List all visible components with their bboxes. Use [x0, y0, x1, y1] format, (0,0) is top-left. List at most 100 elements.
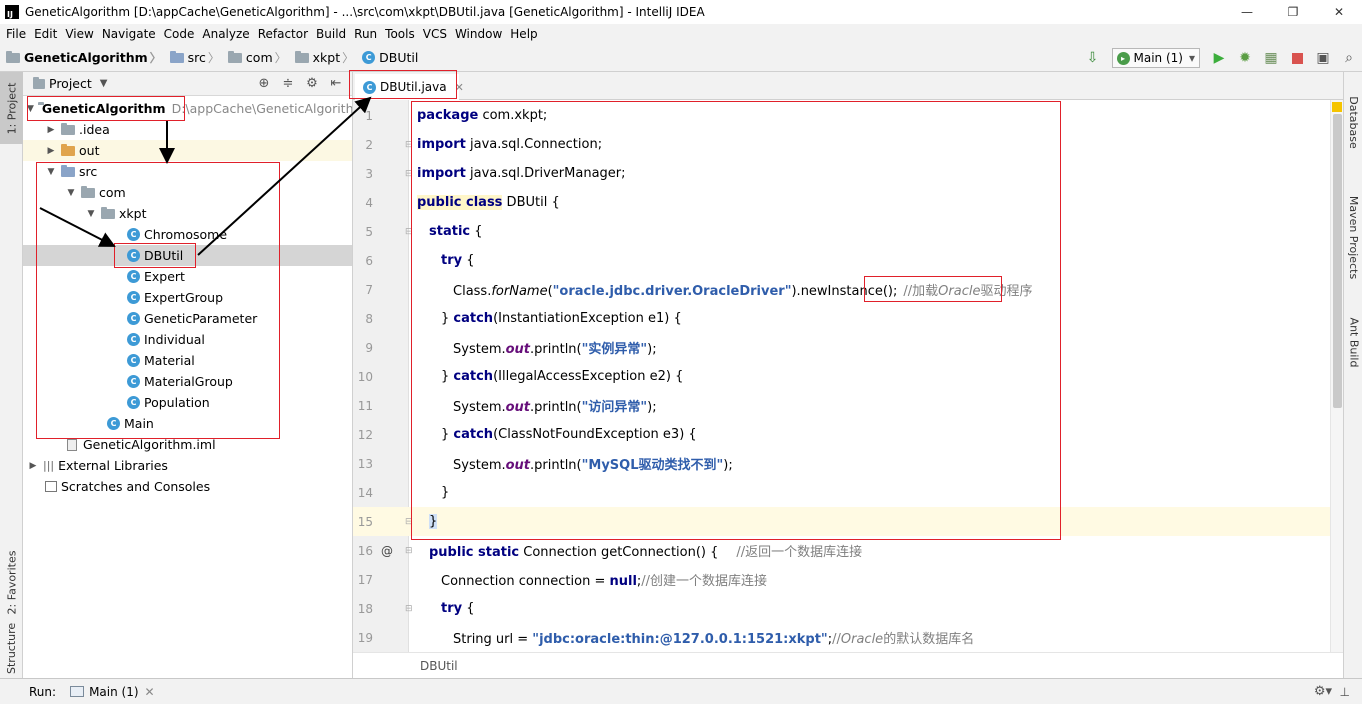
maximize-button[interactable]: ❐ [1270, 0, 1316, 24]
code-text: .println( [530, 400, 582, 415]
menu-help[interactable]: Help [506, 27, 541, 41]
code-editor[interactable]: 1 package com.xkpt; 2 ⊟ import java.sql.… [353, 100, 1343, 652]
inspection-status-icon[interactable] [1332, 102, 1342, 112]
collapse-all-icon[interactable]: ≑ [276, 76, 300, 91]
search-everywhere-icon[interactable]: ⌕ [1338, 47, 1360, 69]
tree-item-out[interactable]: ▶ out [23, 140, 352, 161]
folder-icon [61, 122, 75, 135]
tree-item-materialgroup[interactable]: C MaterialGroup [23, 371, 352, 392]
tree-item-com[interactable]: ▼ com [23, 182, 352, 203]
code-line: 16 @ ⊟ public static Connection getConne… [353, 536, 1343, 565]
menu-file[interactable]: File [2, 27, 30, 41]
menu-edit[interactable]: Edit [30, 27, 61, 41]
project-view-title[interactable]: Project [49, 76, 92, 91]
chevron-down-icon[interactable]: ▼ [65, 188, 77, 198]
run-configuration-select[interactable]: ▸ Main (1) ▾ [1111, 48, 1200, 68]
menu-tools[interactable]: Tools [381, 27, 419, 41]
editor-tab-dbutil[interactable]: C DBUtil.java ✕ [355, 74, 464, 100]
tree-item-src[interactable]: ▼ src [23, 161, 352, 182]
fold-icon[interactable]: ⊟ [405, 546, 413, 556]
close-tab-icon[interactable]: ✕ [455, 81, 464, 94]
breadcrumb-project[interactable]: GeneticAlgorithm 〉 [0, 49, 164, 66]
menu-code[interactable]: Code [160, 27, 199, 41]
footer-breadcrumb-label[interactable]: DBUtil [420, 659, 458, 673]
tab-favorites[interactable]: 2: Favorites [0, 542, 23, 622]
menu-navigate[interactable]: Navigate [98, 27, 160, 41]
tree-item-project-root[interactable]: ▼ GeneticAlgorithm D:\appCache\GeneticAl… [23, 98, 352, 119]
tree-item-expert[interactable]: C Expert [23, 266, 352, 287]
debug-icon[interactable]: ✹ [1234, 47, 1256, 69]
gear-icon[interactable]: ⚙▾ [1314, 684, 1332, 699]
code-text: Class. [453, 284, 492, 299]
tree-item-chromosome[interactable]: C Chromosome [23, 224, 352, 245]
chevron-down-icon[interactable]: ▼ [100, 78, 108, 89]
chevron-down-icon[interactable]: ▼ [27, 104, 34, 114]
menu-window[interactable]: Window [451, 27, 506, 41]
breadcrumb-src[interactable]: src 〉 [164, 49, 222, 66]
tree-item-main[interactable]: C Main [23, 413, 352, 434]
tab-structure[interactable]: 7: Structure [0, 622, 23, 687]
breadcrumb-label: xkpt [312, 50, 341, 65]
tree-item-material[interactable]: C Material [23, 350, 352, 371]
run-icon[interactable]: ▶ [1208, 47, 1230, 69]
menu-refactor[interactable]: Refactor [254, 27, 312, 41]
code-text: Connection connection = [441, 574, 610, 589]
menu-analyze[interactable]: Analyze [198, 27, 253, 41]
tab-maven-projects[interactable]: Maven Projects [1344, 182, 1362, 292]
tree-item-expertgroup[interactable]: C ExpertGroup [23, 287, 352, 308]
menu-vcs[interactable]: VCS [419, 27, 451, 41]
tree-item-scratches[interactable]: Scratches and Consoles [23, 476, 352, 497]
chevron-down-icon[interactable]: ▼ [45, 167, 57, 177]
breadcrumb-dbutil[interactable]: C DBUtil [356, 50, 420, 65]
code-text: System. [453, 342, 506, 357]
close-window-button[interactable]: ✕ [1316, 0, 1362, 24]
code-line: 1 package com.xkpt; [353, 101, 1343, 130]
tree-item-population[interactable]: C Population [23, 392, 352, 413]
coverage-icon[interactable]: ▦ [1260, 47, 1282, 69]
navigation-bar: GeneticAlgorithm 〉 src 〉 com 〉 xkpt 〉 C DBUt… [0, 44, 1362, 72]
chevron-right-icon[interactable]: ▶ [27, 461, 39, 471]
method-name: forName [491, 284, 548, 299]
fold-icon[interactable]: ⊟ [405, 169, 413, 179]
menu-view[interactable]: View [61, 27, 97, 41]
build-project-icon[interactable]: ⇩ [1082, 47, 1104, 69]
line-number: 1 [365, 108, 373, 123]
scratches-icon [45, 481, 57, 492]
tab-project[interactable]: 1: Project [0, 72, 23, 144]
close-tab-icon[interactable]: ✕ [145, 685, 155, 699]
run-tab-label: Main (1) [89, 684, 139, 699]
chevron-right-icon[interactable]: ▶ [45, 125, 57, 135]
scrollbar-thumb[interactable] [1333, 114, 1342, 408]
menu-run[interactable]: Run [350, 27, 381, 41]
hide-icon[interactable]: ⇤ [324, 76, 348, 91]
editor-scrollbar[interactable] [1330, 100, 1343, 652]
menu-build[interactable]: Build [312, 27, 350, 41]
breadcrumb-xkpt[interactable]: xkpt 〉 [289, 49, 357, 66]
tree-item-geneticparameter[interactable]: C GeneticParameter [23, 308, 352, 329]
tree-item-individual[interactable]: C Individual [23, 329, 352, 350]
chevron-down-icon[interactable]: ▼ [85, 209, 97, 219]
stop-icon[interactable] [1286, 47, 1308, 69]
chevron-right-icon[interactable]: ▶ [45, 146, 57, 156]
tab-database[interactable]: Database [1344, 82, 1362, 162]
tab-ant-build[interactable]: Ant Build [1344, 302, 1362, 382]
override-marker-icon[interactable]: @ [381, 544, 393, 558]
fold-icon[interactable]: ⊟ [405, 604, 413, 614]
run-tab-main[interactable]: Main (1) ✕ [70, 685, 155, 699]
gear-icon[interactable]: ⚙ [300, 76, 324, 91]
tree-item-dbutil[interactable]: C DBUtil [23, 245, 352, 266]
fold-icon[interactable]: ⊟ [405, 227, 413, 237]
string-literal: "MySQL驱动类找不到" [581, 458, 724, 473]
breadcrumb-com[interactable]: com 〉 [222, 49, 289, 66]
fold-icon[interactable]: ⊟ [405, 140, 413, 150]
tree-item-iml[interactable]: GeneticAlgorithm.iml [23, 434, 352, 455]
fold-icon[interactable]: ⊟ [405, 517, 413, 527]
hide-panel-icon[interactable]: ⊥ [1340, 685, 1350, 699]
project-structure-icon[interactable]: ▣ [1312, 47, 1334, 69]
tree-item-label: GeneticAlgorithm.iml [83, 437, 216, 452]
tree-item-external-libraries[interactable]: ▶ ||| External Libraries [23, 455, 352, 476]
tree-item-xkpt[interactable]: ▼ xkpt [23, 203, 352, 224]
tree-item-idea[interactable]: ▶ .idea [23, 119, 352, 140]
minimize-button[interactable]: — [1224, 0, 1270, 24]
locate-icon[interactable]: ⊕ [252, 76, 276, 91]
